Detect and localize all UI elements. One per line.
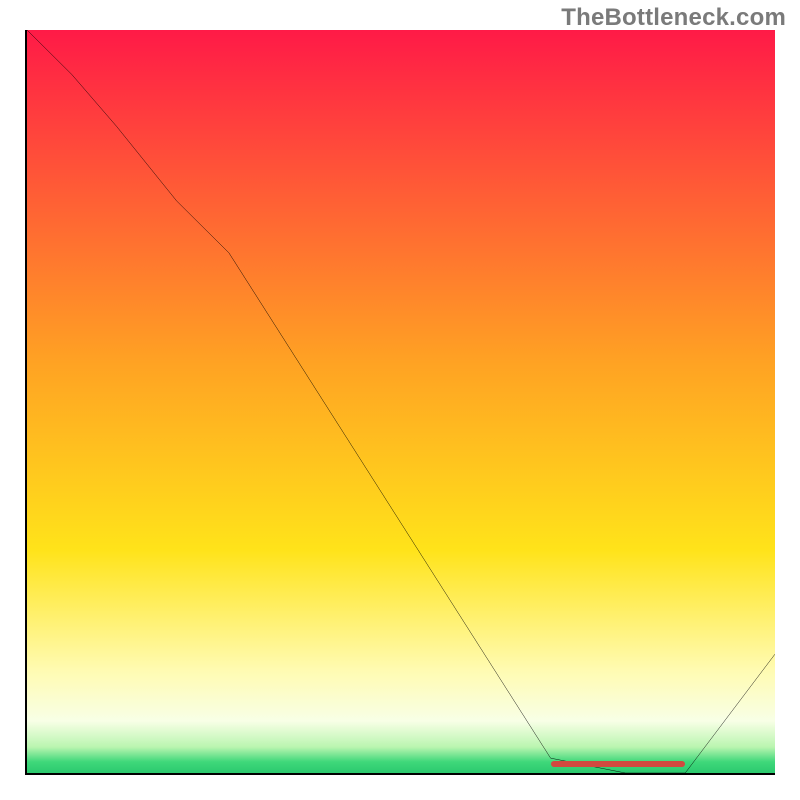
chart-background bbox=[27, 30, 775, 773]
chart-root: TheBottleneck.com bbox=[0, 0, 800, 800]
chart-svg bbox=[27, 30, 775, 773]
plot-area bbox=[25, 30, 775, 775]
sweet-spot-marker bbox=[551, 761, 686, 767]
watermark-text: TheBottleneck.com bbox=[561, 4, 786, 32]
